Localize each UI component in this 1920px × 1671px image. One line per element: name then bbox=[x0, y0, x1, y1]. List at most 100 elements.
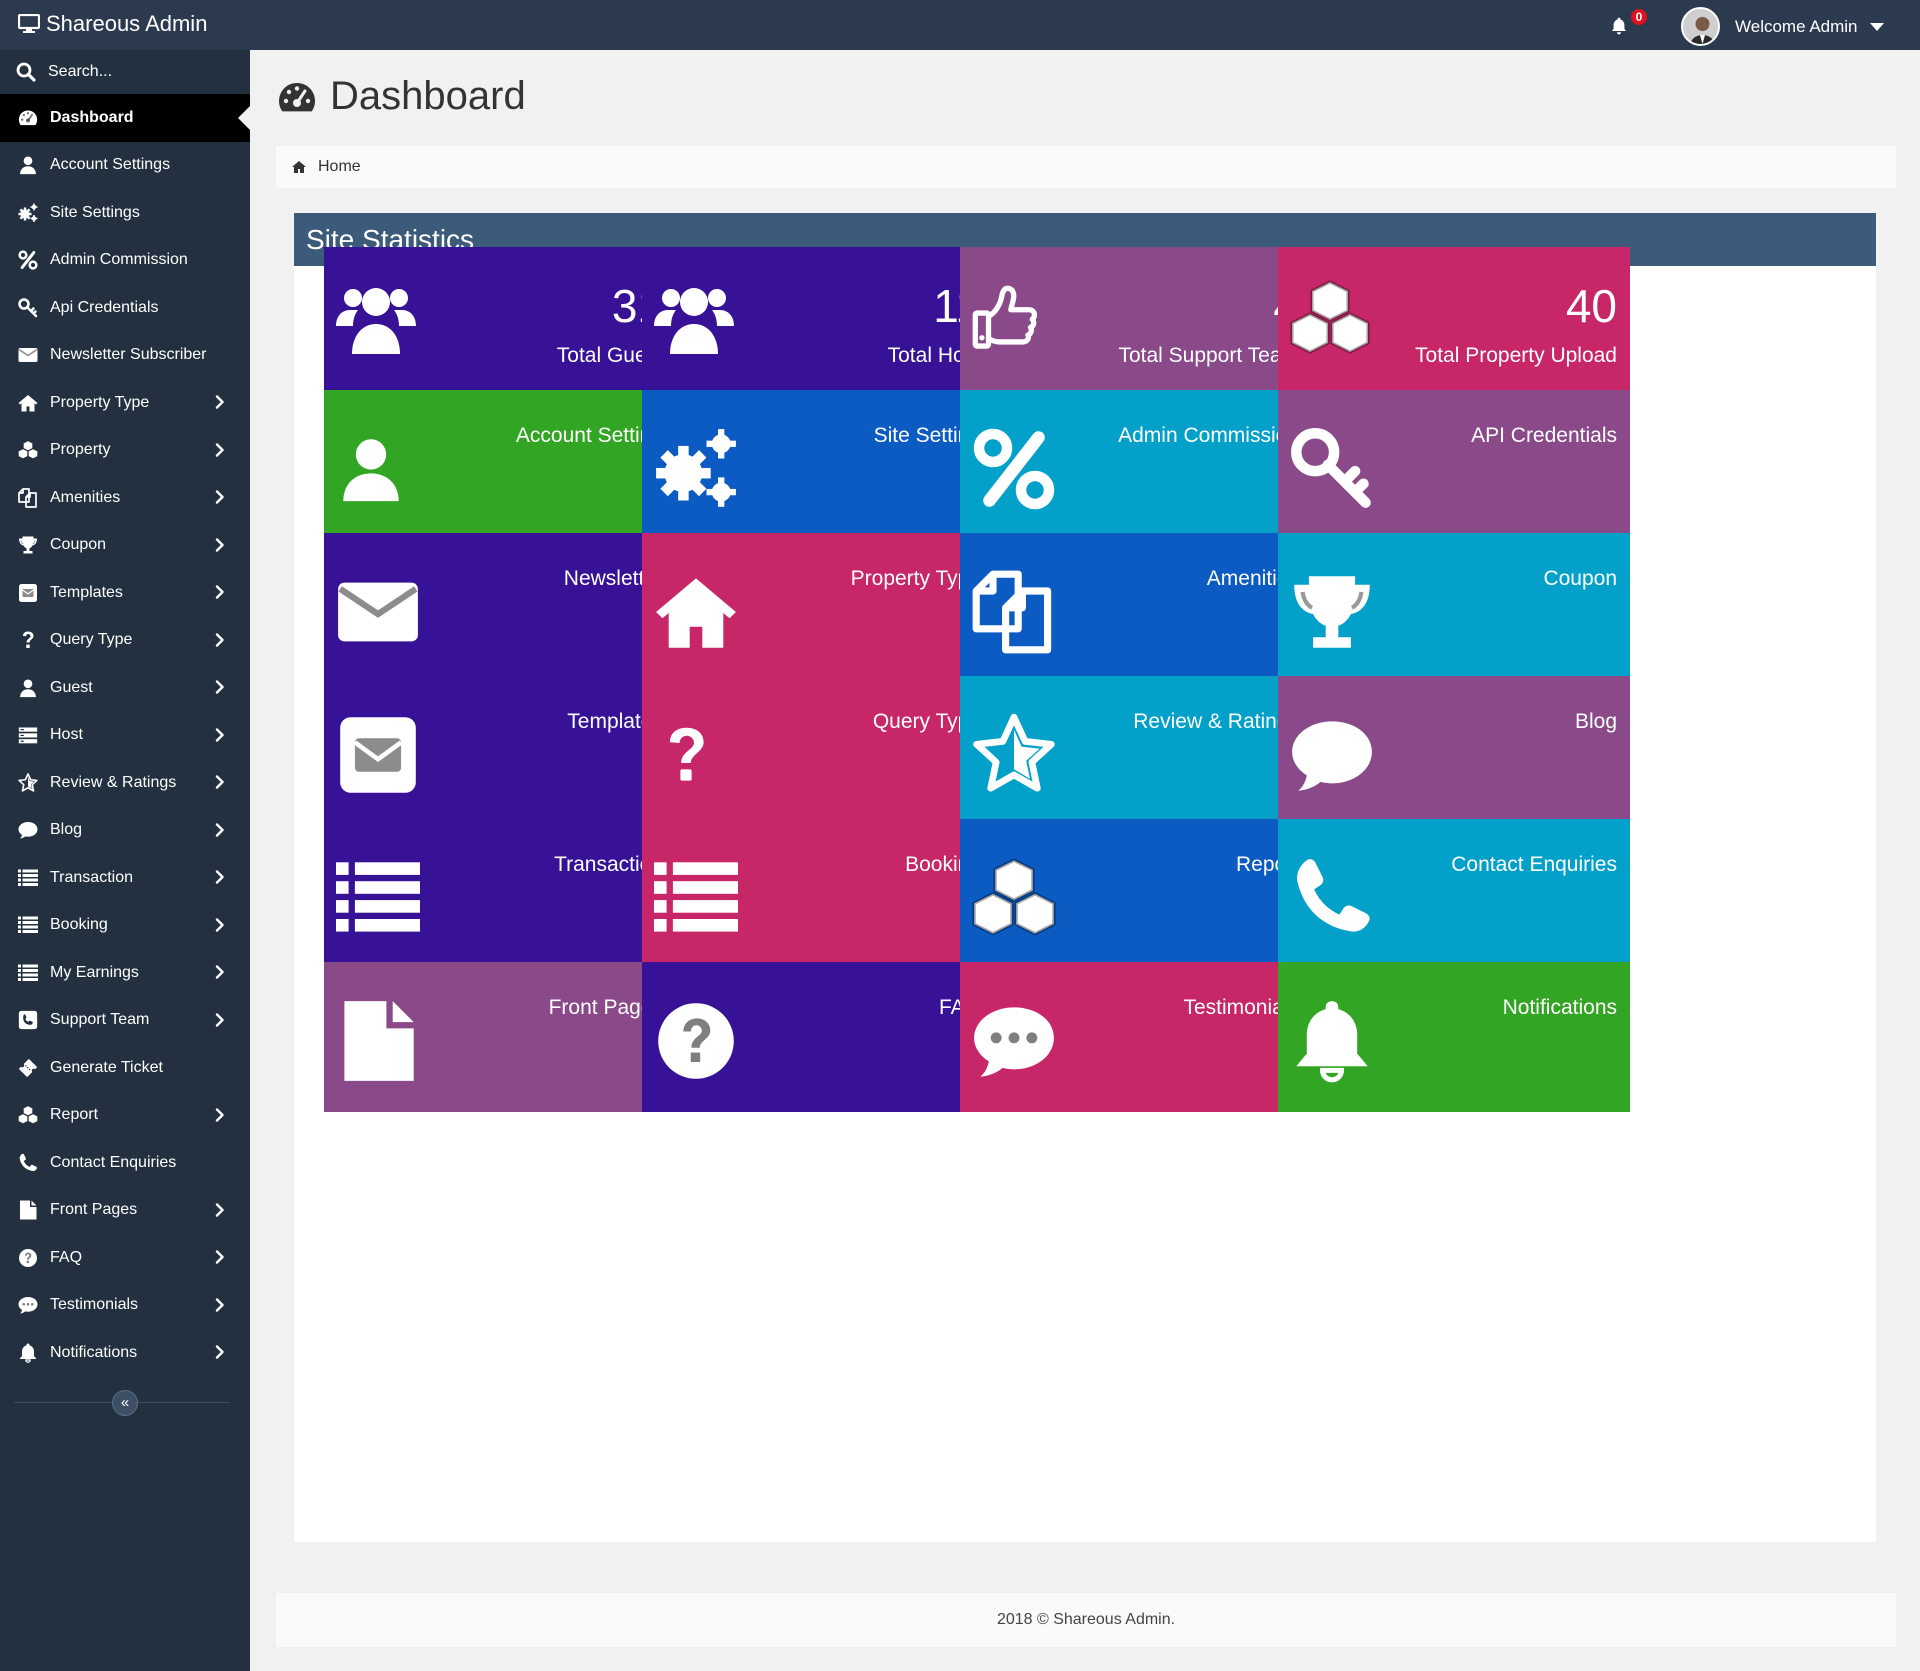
sidebar-item-query-type[interactable]: Query Type bbox=[0, 617, 250, 665]
tile-templates[interactable]: Templates bbox=[324, 676, 676, 826]
tile-api-credentials[interactable]: API Credentials bbox=[1278, 390, 1630, 540]
comment-icon bbox=[15, 819, 41, 841]
key-icon bbox=[1290, 427, 1374, 516]
brand-name: Shareous Admin bbox=[46, 11, 208, 36]
sidebar-item-admin-commission[interactable]: Admin Commission bbox=[0, 237, 250, 285]
tile-notifications[interactable]: Notifications bbox=[1278, 962, 1630, 1112]
envelope-square-icon bbox=[15, 582, 41, 604]
envelope-square-icon bbox=[336, 713, 420, 802]
chevron-right-icon bbox=[215, 965, 225, 984]
sidebar-item-faq[interactable]: FAQ bbox=[0, 1234, 250, 1282]
sidebar-item-label: Property Type bbox=[50, 393, 150, 411]
list-icon bbox=[336, 856, 420, 945]
sidebar-item-support-team[interactable]: Support Team bbox=[0, 997, 250, 1045]
sidebar-item-blog[interactable]: Blog bbox=[0, 807, 250, 855]
sidebar-item-notifications[interactable]: Notifications bbox=[0, 1329, 250, 1377]
sidebar-collapse-row: « bbox=[0, 1381, 250, 1421]
stat-tile-total-property-upload[interactable]: 40 Total Property Upload bbox=[1278, 247, 1630, 397]
user-menu[interactable]: Welcome Admin bbox=[1735, 17, 1884, 37]
sidebar-item-label: Newsletter Subscriber bbox=[50, 346, 207, 364]
tile-label: Coupon bbox=[1543, 567, 1617, 590]
sidebar-item-booking[interactable]: Booking bbox=[0, 902, 250, 950]
sidebar-item-api-credentials[interactable]: Api Credentials bbox=[0, 284, 250, 332]
percent-icon bbox=[15, 249, 41, 271]
sidebar-item-newsletter-subscriber[interactable]: Newsletter Subscriber bbox=[0, 332, 250, 380]
sidebar-item-front-pages[interactable]: Front Pages bbox=[0, 1187, 250, 1235]
tile-label: Review & Ratings bbox=[1133, 710, 1299, 733]
chevron-right-icon bbox=[215, 632, 225, 652]
chevron-right-icon bbox=[215, 490, 225, 509]
sidebar-item-coupon[interactable]: Coupon bbox=[0, 522, 250, 570]
tile-newsletter[interactable]: Newsletter bbox=[324, 533, 676, 683]
collapse-sidebar-button[interactable]: « bbox=[112, 1389, 138, 1416]
sidebar-item-label: FAQ bbox=[50, 1248, 83, 1266]
sidebar-item-label: Transaction bbox=[50, 868, 133, 886]
sidebar-item-review-and-ratings[interactable]: Review & Ratings bbox=[0, 759, 250, 807]
sidebar-item-guest[interactable]: Guest bbox=[0, 664, 250, 712]
chevron-right-icon bbox=[215, 1012, 225, 1032]
sidebar-item-amenities[interactable]: Amenities bbox=[0, 474, 250, 522]
envelope-icon bbox=[336, 570, 420, 659]
sidebar-item-dashboard[interactable]: Dashboard bbox=[0, 94, 250, 142]
breadcrumb-home[interactable]: Home bbox=[318, 158, 361, 176]
tile-coupon[interactable]: Coupon bbox=[1278, 533, 1630, 683]
cubes-icon bbox=[15, 1104, 41, 1126]
home-icon bbox=[654, 570, 738, 659]
sidebar-item-label: My Earnings bbox=[50, 963, 139, 981]
stat-tile-total-guest[interactable]: 31 Total Guest bbox=[324, 247, 676, 397]
search-placeholder: Search... bbox=[48, 63, 113, 80]
comment-icon bbox=[1290, 713, 1374, 802]
user-icon bbox=[15, 677, 41, 699]
tile-contact-enquiries[interactable]: Contact Enquiries bbox=[1278, 819, 1630, 969]
phone-square-icon bbox=[15, 1009, 41, 1031]
sidebar-item-label: Front Pages bbox=[50, 1201, 138, 1219]
tile-account-setting[interactable]: Account Setting bbox=[324, 390, 676, 540]
sidebar-item-label: Testimonials bbox=[50, 1296, 139, 1314]
sidebar-item-report[interactable]: Report bbox=[0, 1092, 250, 1140]
tile-label: Admin Commission bbox=[1118, 424, 1299, 447]
tile-faq[interactable]: FAQ bbox=[642, 962, 994, 1112]
sidebar-item-templates[interactable]: Templates bbox=[0, 569, 250, 617]
stat-tile-total-host[interactable]: 11 Total Host bbox=[642, 247, 994, 397]
tile-testimonials[interactable]: Testimonials bbox=[960, 962, 1312, 1112]
chevron-right-icon bbox=[215, 917, 225, 937]
tile-admin-commission[interactable]: Admin Commission bbox=[960, 390, 1312, 540]
star-icon bbox=[15, 772, 41, 794]
chevron-right-icon bbox=[215, 1107, 225, 1127]
tile-blog[interactable]: Blog bbox=[1278, 676, 1630, 826]
sidebar-item-contact-enquiries[interactable]: Contact Enquiries bbox=[0, 1139, 250, 1187]
sidebar-item-account-settings[interactable]: Account Settings bbox=[0, 142, 250, 190]
tile-label: Account Setting bbox=[515, 424, 663, 447]
stat-label: Total Support Team bbox=[1118, 344, 1299, 367]
sidebar-item-site-settings[interactable]: Site Settings bbox=[0, 189, 250, 237]
tile-query-type[interactable]: Query Type bbox=[642, 676, 994, 826]
sidebar-item-my-earnings[interactable]: My Earnings bbox=[0, 949, 250, 997]
tile-amenities[interactable]: Amenities bbox=[960, 533, 1312, 683]
tile-front-pages[interactable]: Front Pages bbox=[324, 962, 676, 1112]
sidebar-item-testimonials[interactable]: Testimonials bbox=[0, 1282, 250, 1330]
sidebar-nav: Dashboard Account Settings Site Settings Ad… bbox=[0, 94, 250, 1377]
stat-tile-total-support-team[interactable]: 4Total Support Team bbox=[960, 247, 1312, 397]
top-bar: Shareous Admin 0 Welcome Admin bbox=[0, 0, 1920, 50]
sidebar-item-transaction[interactable]: Transaction bbox=[0, 854, 250, 902]
tile-report[interactable]: Report bbox=[960, 819, 1312, 969]
brand[interactable]: Shareous Admin bbox=[18, 11, 207, 37]
list-icon bbox=[15, 962, 41, 984]
sidebar-item-generate-ticket[interactable]: Generate Ticket bbox=[0, 1044, 250, 1092]
tile-transaction[interactable]: Transaction bbox=[324, 819, 676, 969]
sidebar-item-host[interactable]: Host bbox=[0, 712, 250, 760]
users-icon bbox=[336, 278, 416, 363]
commenting-icon bbox=[972, 999, 1056, 1088]
tile-site-setting[interactable]: Site Setting bbox=[642, 390, 994, 540]
tile-booking[interactable]: Booking bbox=[642, 819, 994, 969]
sidebar-item-property-type[interactable]: Property Type bbox=[0, 379, 250, 427]
tile-property-type[interactable]: Property Type bbox=[642, 533, 994, 683]
tile-review-and-ratings[interactable]: Review & Ratings bbox=[960, 676, 1312, 826]
sidebar-search[interactable]: Search... bbox=[0, 50, 250, 94]
sidebar-item-label: Api Credentials bbox=[50, 298, 159, 316]
avatar[interactable] bbox=[1681, 7, 1720, 46]
notification-bell-icon[interactable] bbox=[1609, 16, 1629, 41]
sidebar-item-label: Account Settings bbox=[50, 156, 171, 174]
file-icon bbox=[336, 999, 420, 1088]
sidebar-item-property[interactable]: Property bbox=[0, 427, 250, 475]
